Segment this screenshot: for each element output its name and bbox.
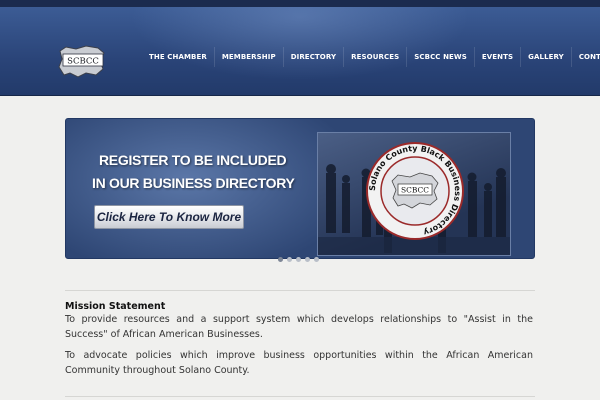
slider-dot[interactable]: [314, 257, 319, 262]
mission-section: Mission Statement To provide resources a…: [65, 300, 533, 378]
site-logo[interactable]: SCBCC: [56, 43, 108, 79]
section-divider: [65, 290, 535, 291]
directory-seal: Solano County Black Business Directory S…: [366, 142, 464, 240]
nav-item-gallery[interactable]: GALLERY: [520, 47, 571, 67]
main-nav: THE CHAMBER MEMBERSHIP DIRECTORY RESOURC…: [142, 47, 600, 67]
mission-paragraph-2: To advocate policies which improve busin…: [65, 350, 533, 376]
slider-dot[interactable]: [296, 257, 301, 262]
seal-center-text: SCBCC: [401, 186, 429, 195]
section-divider: [65, 396, 535, 397]
know-more-button[interactable]: Click Here To Know More: [94, 205, 244, 229]
site-header: SCBCC THE CHAMBER MEMBERSHIP DIRECTORY R…: [0, 7, 600, 96]
top-bar: [0, 0, 600, 7]
directory-photo: Solano County Black Business Directory S…: [317, 132, 511, 256]
nav-item-membership[interactable]: MEMBERSHIP: [213, 47, 283, 67]
mission-paragraph-1: To provide resources and a support syste…: [65, 314, 533, 340]
nav-item-resources[interactable]: RESOURCES: [343, 47, 406, 67]
nav-item-directory[interactable]: DIRECTORY: [282, 47, 343, 67]
slider-dot[interactable]: [287, 257, 292, 262]
slider-dot[interactable]: [278, 257, 283, 262]
nav-item-scbcc-news[interactable]: SCBCC NEWS: [406, 47, 474, 67]
banner-heading-line1: REGISTER TO BE INCLUDED: [99, 152, 287, 168]
nav-item-the-chamber[interactable]: THE CHAMBER: [142, 47, 214, 67]
nav-item-events[interactable]: EVENTS: [473, 47, 520, 67]
slider-pagination: [278, 257, 319, 262]
banner-heading-line2: IN OUR BUSINESS DIRECTORY: [92, 175, 295, 191]
mission-title: Mission Statement: [65, 301, 166, 312]
hero-banner[interactable]: REGISTER TO BE INCLUDED IN OUR BUSINESS …: [65, 118, 535, 259]
logo-text: SCBCC: [67, 57, 99, 67]
nav-item-contact[interactable]: CONTACT: [570, 47, 600, 67]
slider-dot[interactable]: [305, 257, 310, 262]
